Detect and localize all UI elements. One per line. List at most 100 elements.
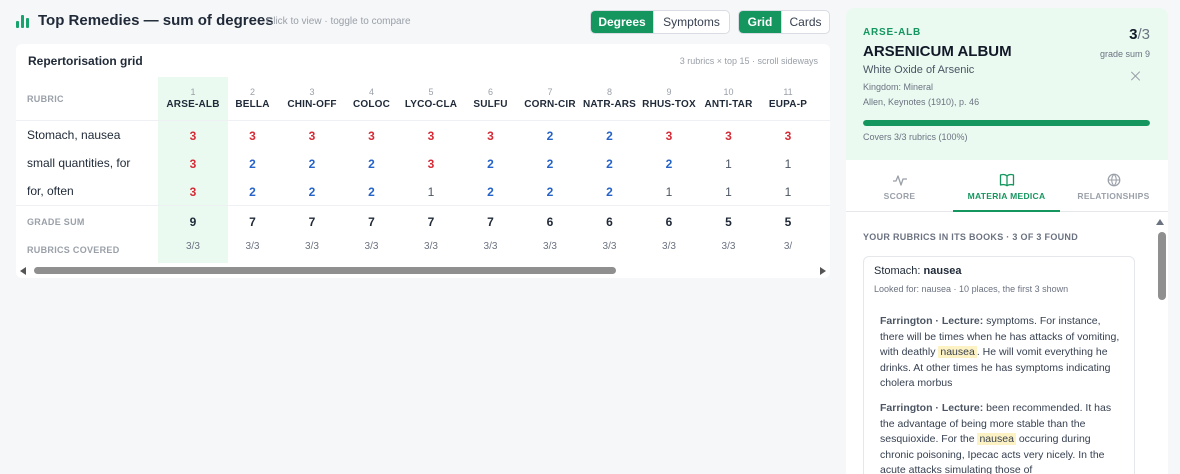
grade-cell[interactable]: 1	[758, 185, 818, 199]
rubrics-covered-value: 3/3	[662, 241, 676, 252]
grade-cell[interactable]: 2	[342, 185, 402, 199]
remedy-column-chin-off[interactable]: 3 CHIN-OFF 3 2 2 7 3/3	[282, 77, 342, 263]
grade-cell[interactable]: 2	[580, 157, 640, 171]
grade-cell[interactable]: 1	[699, 185, 759, 199]
grade-cell[interactable]: 1	[401, 185, 461, 199]
view-toggle: Grid Cards	[738, 10, 830, 34]
grade-cell[interactable]: 2	[223, 185, 283, 199]
rubric-row-label[interactable]: Stomach, nausea	[27, 128, 120, 142]
column-rank: 11	[783, 87, 793, 97]
grade-cell[interactable]: 2	[282, 185, 342, 199]
grade-cell[interactable]: 1	[699, 157, 759, 171]
grade-cell[interactable]: 3	[401, 129, 461, 143]
remedy-name: ARSENICUM ALBUM	[863, 43, 1012, 60]
repertorisation-grid: Repertorisation grid 3 rubrics × top 15 …	[16, 44, 830, 278]
grade-cell[interactable]: 2	[520, 129, 580, 143]
grid-meta: 3 rubrics × top 15 · scroll sideways	[679, 56, 818, 66]
remedy-abbr[interactable]: CHIN-OFF	[282, 99, 342, 110]
search-term-highlight: nausea	[938, 346, 977, 358]
grade-sum-value: 7	[308, 215, 316, 229]
tab-score[interactable]: SCORE	[846, 160, 953, 212]
grade-cell[interactable]: 3	[223, 129, 283, 143]
scroll-left-arrow-icon[interactable]	[20, 267, 26, 275]
tab-relationships[interactable]: RELATIONSHIPS	[1060, 160, 1167, 212]
grade-cell[interactable]: 2	[580, 185, 640, 199]
book-quote: Farrington · Lecture: been recommended. …	[880, 402, 1112, 474]
remedy-abbr[interactable]: ARSE-ALB	[158, 99, 228, 110]
tab-materia-medica[interactable]: MATERIA MEDICA	[953, 160, 1060, 212]
remedy-abbr[interactable]: SULFU	[461, 99, 521, 110]
remedy-column-bella[interactable]: 2 BELLA 3 2 2 7 3/3	[223, 77, 283, 263]
section-title: YOUR RUBRICS IN ITS BOOKS · 3 OF 3 FOUND	[863, 232, 1079, 242]
rubrics-covered-label: RUBRICS COVERED	[27, 245, 120, 255]
remedy-column-sulfu[interactable]: 6 SULFU 3 2 2 7 3/3	[461, 77, 521, 263]
grade-cell[interactable]: 2	[282, 157, 342, 171]
remedy-column-coloc[interactable]: 4 COLOC 3 2 2 7 3/3	[342, 77, 402, 263]
scrollbar-thumb[interactable]	[34, 267, 616, 274]
grade-sum-value: 7	[427, 215, 435, 229]
rubrics-covered-value: 3/3	[543, 241, 557, 252]
grade-cell[interactable]: 3	[401, 157, 461, 171]
page-title: Top Remedies — sum of degrees	[38, 12, 274, 29]
grade-cell[interactable]: 2	[461, 157, 521, 171]
remedy-abbr[interactable]: LYCO-CLA	[401, 99, 461, 110]
grade-cell[interactable]: 2	[223, 157, 283, 171]
grade-cell[interactable]: 3	[461, 129, 521, 143]
grade-sum-value: 6	[665, 215, 673, 229]
grade-cell[interactable]: 3	[699, 129, 759, 143]
rubric-row-label[interactable]: small quantities, for	[27, 156, 130, 170]
grade-cell[interactable]: 2	[520, 157, 580, 171]
remedy-abbr[interactable]: BELLA	[223, 99, 283, 110]
remedy-column-eupa-p[interactable]: 11 EUPA-P 3 1 1 5 3/	[758, 77, 818, 263]
grid-horizontal-scrollbar[interactable]	[16, 264, 830, 278]
scroll-right-arrow-icon[interactable]	[820, 267, 826, 275]
remedy-column-lyco-cla[interactable]: 5 LYCO-CLA 3 3 1 7 3/3	[401, 77, 461, 263]
remedy-abbr[interactable]: RHUS-TOX	[639, 99, 699, 110]
scroll-up-arrow-icon[interactable]	[1156, 219, 1164, 225]
remedy-abbr[interactable]: COLOC	[342, 99, 402, 110]
grade-cell[interactable]: 1	[758, 157, 818, 171]
rubrics-covered-value: 3/3	[721, 241, 736, 252]
remedy-column-anti-tar[interactable]: 10 ANTI-TAR 3 1 1 5 3/3	[699, 77, 759, 263]
column-rank: 5	[428, 87, 434, 97]
rubrics-covered-value: 3/3	[245, 241, 260, 252]
globe-icon	[1107, 173, 1121, 187]
grade-cell[interactable]: 2	[580, 129, 640, 143]
grade-cell[interactable]: 3	[158, 185, 228, 199]
remedy-column-arse-alb[interactable]: 1 ARSE-ALB 3 3 3 9 3/3	[158, 77, 228, 263]
grade-sum-value: 6	[546, 215, 554, 229]
remedy-column-corn-cir[interactable]: 7 CORN-CIR 2 2 2 6 3/3	[520, 77, 580, 263]
grade-cell[interactable]: 2	[461, 185, 521, 199]
remedy-abbr[interactable]: EUPA-P	[758, 99, 818, 110]
grade-cell[interactable]: 3	[342, 129, 402, 143]
remedy-abbr[interactable]: ANTI-TAR	[699, 99, 759, 110]
view-cards-button[interactable]: Cards	[781, 11, 829, 33]
grade-sum-value: 5	[725, 215, 732, 229]
grade-cell[interactable]: 3	[158, 157, 228, 171]
grade-cell[interactable]: 2	[342, 157, 402, 171]
bar-chart-icon	[16, 14, 30, 28]
mode-symptoms-button[interactable]: Symptoms	[653, 11, 729, 33]
book-icon	[999, 173, 1015, 187]
remedy-abbr[interactable]: NATR-ARS	[580, 99, 640, 110]
grade-cell[interactable]: 3	[639, 129, 699, 143]
grade-cell[interactable]: 3	[282, 129, 342, 143]
view-grid-button[interactable]: Grid	[739, 11, 781, 33]
remedy-column-natr-ars[interactable]: 8 NATR-ARS 2 2 2 6 3/3	[580, 77, 640, 263]
grade-cell[interactable]: 3	[758, 129, 818, 143]
column-rank: 7	[547, 87, 553, 97]
mode-degrees-button[interactable]: Degrees	[591, 11, 653, 33]
grade-cell[interactable]: 1	[639, 185, 699, 199]
remedy-abbr[interactable]: CORN-CIR	[520, 99, 580, 110]
grade-cell[interactable]: 3	[158, 129, 228, 143]
close-icon[interactable]	[1130, 70, 1142, 82]
grade-sum-label: GRADE SUM	[27, 217, 85, 227]
grade-cell[interactable]: 2	[520, 185, 580, 199]
mode-toggle: Degrees Symptoms	[590, 10, 730, 34]
rubrics-covered-value: 3/3	[424, 241, 438, 252]
rubric-row-label[interactable]: for, often	[27, 184, 74, 198]
grade-cell[interactable]: 2	[639, 157, 699, 171]
detail-scrollbar-thumb[interactable]	[1158, 232, 1166, 300]
remedy-column-rhus-tox[interactable]: 9 RHUS-TOX 3 2 1 6 3/3	[639, 77, 699, 263]
card-rubric: Stomach: nausea	[874, 265, 962, 277]
